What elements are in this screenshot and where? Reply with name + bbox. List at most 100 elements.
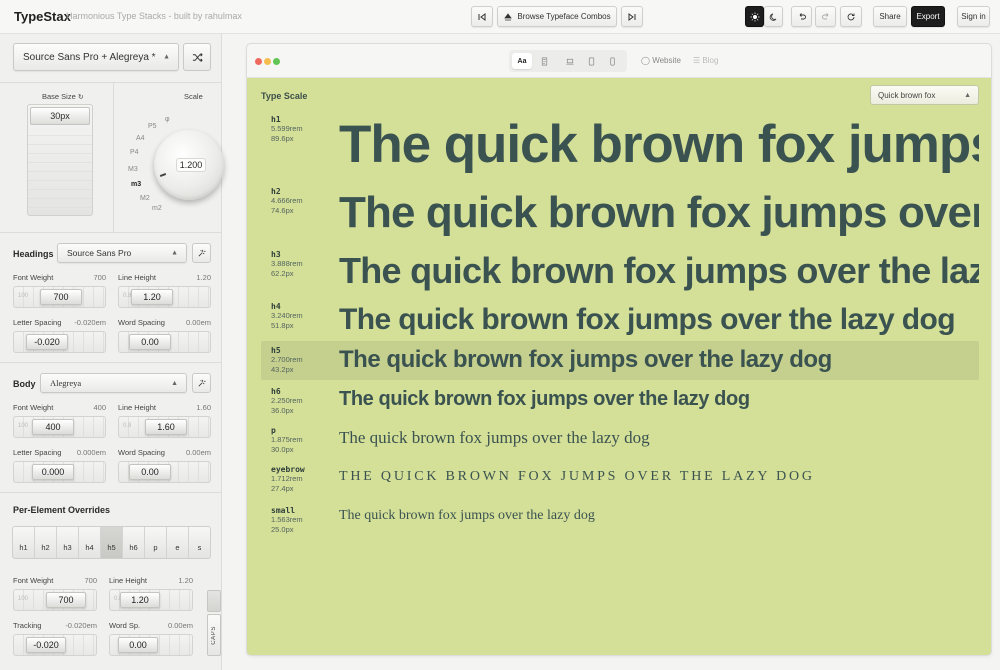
scale-row-eyebrow[interactable]: eyebrow 1.712rem 27.4px THE QUICK BROWN … bbox=[261, 465, 979, 505]
caps-toggle[interactable]: CAPS bbox=[207, 614, 221, 656]
scale-option-M3[interactable]: M3 bbox=[128, 166, 138, 173]
combo-select-value: Source Sans Pro + Alegreya * bbox=[23, 51, 156, 63]
scale-option-a4[interactable]: A4 bbox=[136, 135, 145, 142]
caps-toggle-track[interactable] bbox=[207, 590, 221, 612]
override-weight-slider[interactable]: 100 700 bbox=[13, 589, 97, 611]
scale-row-h6[interactable]: h6 2.250rem 36.0px The quick brown fox j… bbox=[261, 384, 979, 424]
element-tab-h1[interactable]: h1 bbox=[13, 527, 35, 558]
scale-option-phi[interactable]: φ bbox=[165, 116, 170, 123]
browse-combos-button[interactable]: Browse Typeface Combos bbox=[497, 6, 617, 27]
shuffle-button[interactable] bbox=[183, 43, 211, 71]
heading-font-select[interactable]: Source Sans Pro ▲ bbox=[57, 243, 187, 263]
heading-font-magic-button[interactable] bbox=[192, 243, 211, 263]
body-word-spacing-slider[interactable]: 0.00 bbox=[118, 461, 211, 483]
heading-weight-thumb[interactable]: 700 bbox=[40, 289, 82, 305]
heading-weight-slider[interactable]: 100 700 bbox=[13, 286, 106, 308]
tablet-view-button[interactable] bbox=[581, 53, 601, 69]
combo-select[interactable]: Source Sans Pro + Alegreya * ▲ bbox=[13, 43, 179, 71]
element-tab-h6[interactable]: h6 bbox=[123, 527, 145, 558]
scale-option-p5[interactable]: P5 bbox=[148, 123, 157, 130]
row-tag: h2 bbox=[271, 187, 281, 196]
element-tab-s[interactable]: s bbox=[189, 527, 210, 558]
base-size-slider[interactable]: 30px bbox=[27, 104, 93, 216]
override-weight-value: 700 bbox=[84, 576, 97, 585]
scale-row-h3[interactable]: h3 3.888rem 62.2px The quick brown fox j… bbox=[261, 247, 979, 297]
scale-row-h4[interactable]: h4 3.240rem 51.8px The quick brown fox j… bbox=[261, 299, 979, 341]
website-tab[interactable]: ◯ Website bbox=[641, 56, 681, 65]
row-rem: 2.700rem bbox=[271, 355, 303, 364]
tablet-icon bbox=[588, 57, 594, 65]
override-word-spacing-slider[interactable]: 0.00 bbox=[109, 634, 193, 656]
heading-letter-spacing-slider[interactable]: -0.020 bbox=[13, 331, 106, 353]
element-tab-e[interactable]: e bbox=[167, 527, 189, 558]
heading-line-height-thumb[interactable]: 1.20 bbox=[131, 289, 173, 305]
export-button[interactable]: Export bbox=[911, 6, 945, 27]
override-weight-thumb[interactable]: 700 bbox=[46, 592, 86, 608]
body-weight-slider[interactable]: 100 400 bbox=[13, 416, 106, 438]
undo-button[interactable] bbox=[791, 6, 812, 27]
scale-row-h5[interactable]: h5 2.700rem 43.2px The quick brown fox j… bbox=[261, 341, 979, 380]
row-tag: small bbox=[271, 506, 296, 515]
mobile-view-button[interactable] bbox=[602, 53, 622, 69]
body-weight-thumb[interactable]: 400 bbox=[32, 419, 74, 435]
divider bbox=[0, 362, 222, 363]
close-dot bbox=[255, 58, 262, 65]
element-tab-h3[interactable]: h3 bbox=[57, 527, 79, 558]
desktop-view-button[interactable] bbox=[560, 53, 580, 69]
light-mode-button[interactable] bbox=[745, 6, 764, 27]
scale-dial[interactable]: 1.200 bbox=[154, 130, 224, 200]
share-button[interactable]: Share bbox=[873, 6, 907, 27]
body-word-spacing-thumb[interactable]: 0.00 bbox=[129, 464, 171, 480]
base-size-thumb[interactable]: 30px bbox=[30, 107, 90, 125]
body-letter-spacing-thumb[interactable]: 0.000 bbox=[32, 464, 74, 480]
override-line-height-slider[interactable]: 0.8 1.20 bbox=[109, 589, 193, 611]
blog-tab[interactable]: ☰ Blog bbox=[693, 56, 718, 65]
scale-row-small[interactable]: small 1.563rem 25.0px The quick brown fo… bbox=[261, 506, 979, 546]
element-tab-h2[interactable]: h2 bbox=[35, 527, 57, 558]
row-meta: h1 5.599rem 89.6px bbox=[271, 115, 303, 144]
element-tab-h5[interactable]: h5 bbox=[101, 527, 123, 558]
element-tab-h4[interactable]: h4 bbox=[79, 527, 101, 558]
scale-option-m2[interactable]: m2 bbox=[152, 205, 162, 212]
body-font-select[interactable]: Alegreya ▲ bbox=[40, 373, 187, 393]
body-font-magic-button[interactable] bbox=[192, 373, 211, 393]
override-tracking-slider[interactable]: -0.020 bbox=[13, 634, 97, 656]
row-tag: h1 bbox=[271, 115, 281, 124]
body-letter-spacing-slider[interactable]: 0.000 bbox=[13, 461, 106, 483]
body-weight-label: Font Weight bbox=[13, 403, 54, 412]
body-line-height-slider[interactable]: 0.8 1.60 bbox=[118, 416, 211, 438]
chevron-up-down-icon: ▲ bbox=[171, 379, 178, 387]
heading-word-spacing-slider[interactable]: 0.00 bbox=[118, 331, 211, 353]
scale-row-h1[interactable]: h1 5.599rem 89.6px The quick brown fox j… bbox=[261, 112, 979, 182]
scale-option-p4[interactable]: P4 bbox=[130, 149, 139, 156]
body-line-height-thumb[interactable]: 1.60 bbox=[145, 419, 187, 435]
type-scale-view-button[interactable]: Aa bbox=[512, 53, 532, 69]
reset-button[interactable] bbox=[840, 6, 862, 27]
previous-combo-button[interactable] bbox=[471, 6, 493, 27]
document-view-button[interactable] bbox=[534, 53, 554, 69]
sample-text-select[interactable]: Quick brown fox ▲ bbox=[870, 85, 979, 105]
laptop-icon bbox=[566, 58, 574, 65]
redo-button[interactable] bbox=[815, 6, 836, 27]
scale-label: Scale bbox=[184, 92, 203, 101]
next-combo-button[interactable] bbox=[621, 6, 643, 27]
app-logo: TypeStax bbox=[14, 9, 71, 24]
preview-toolbar: Aa ◯ Website ☰ Blog bbox=[247, 44, 991, 78]
scale-row-p[interactable]: p 1.875rem 30.0px The quick brown fox ju… bbox=[261, 426, 979, 466]
row-meta: h4 3.240rem 51.8px bbox=[271, 302, 303, 331]
blog-tab-label: Blog bbox=[702, 56, 719, 65]
override-line-height-thumb[interactable]: 1.20 bbox=[120, 592, 160, 608]
dark-mode-button[interactable] bbox=[764, 6, 783, 27]
scale-row-h2[interactable]: h2 4.666rem 74.6px The quick brown fox j… bbox=[261, 184, 979, 244]
heading-word-spacing-thumb[interactable]: 0.00 bbox=[129, 334, 171, 350]
heading-letter-spacing-thumb[interactable]: -0.020 bbox=[26, 334, 68, 350]
override-tracking-thumb[interactable]: -0.020 bbox=[26, 637, 66, 653]
scale-option-m3[interactable]: m3 bbox=[131, 181, 141, 188]
sign-in-button[interactable]: Sign in bbox=[957, 6, 990, 27]
slider-min: 100 bbox=[18, 423, 29, 429]
override-word-spacing-thumb[interactable]: 0.00 bbox=[118, 637, 158, 653]
element-tab-p[interactable]: p bbox=[145, 527, 167, 558]
heading-line-height-slider[interactable]: 0.8 1.20 bbox=[118, 286, 211, 308]
scale-option-M2[interactable]: M2 bbox=[140, 195, 150, 202]
row-rem: 1.712rem bbox=[271, 474, 303, 483]
